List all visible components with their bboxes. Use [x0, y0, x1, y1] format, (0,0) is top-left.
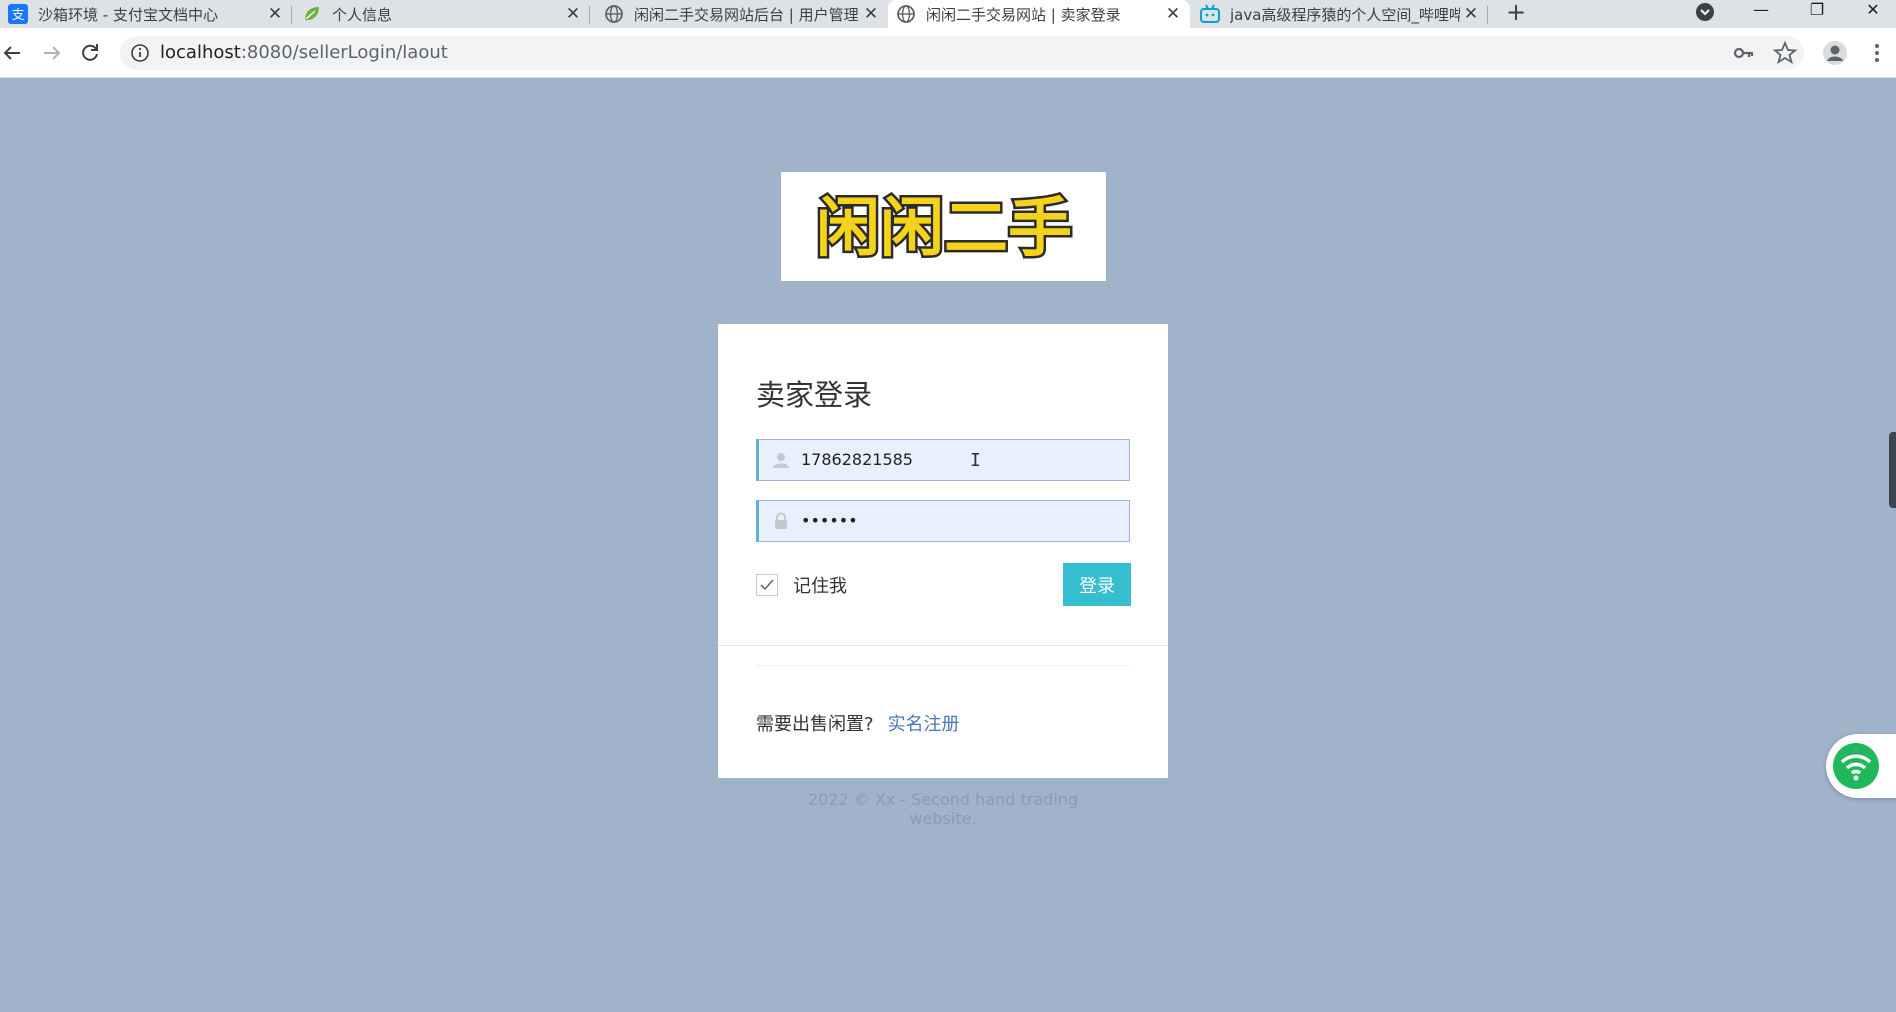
- address-bar[interactable]: localhost:8080/sellerLogin/laout: [120, 36, 1804, 70]
- bookmark-star-icon[interactable]: [1772, 40, 1798, 66]
- login-card: 卖家登录 17862821585 I •••••• 记住我 登录 需要出售闲置?…: [718, 324, 1168, 778]
- divider: [756, 665, 1130, 666]
- tab-bilibili[interactable]: java高级程序猿的个人空间_哔哩哔哩 ✕: [1192, 0, 1488, 28]
- tab-separator: [1487, 6, 1488, 24]
- divider: [718, 645, 1168, 646]
- tab-alipay[interactable]: 支 沙箱环境 - 支付宝文档中心 ✕: [0, 0, 292, 28]
- close-icon[interactable]: ✕: [1162, 4, 1184, 24]
- remember-checkbox[interactable]: [756, 574, 778, 596]
- url-host: localhost: [160, 42, 241, 63]
- tab-separator: [589, 6, 590, 24]
- url-text[interactable]: localhost:8080/sellerLogin/laout: [160, 36, 448, 70]
- password-field[interactable]: ••••••: [756, 500, 1130, 542]
- reload-icon[interactable]: [77, 40, 103, 66]
- wifi-icon: [1833, 743, 1879, 789]
- menu-kebab-icon[interactable]: [1864, 40, 1890, 66]
- key-icon[interactable]: [1731, 40, 1757, 66]
- browser-toolbar: localhost:8080/sellerLogin/laout: [0, 28, 1896, 78]
- lock-icon: [775, 512, 787, 529]
- tab-title: 沙箱环境 - 支付宝文档中心: [38, 5, 218, 24]
- tab-title: 闲闲二手交易网站 | 卖家登录: [926, 5, 1121, 24]
- url-path: :8080/sellerLogin/laout: [240, 42, 448, 63]
- close-icon[interactable]: ✕: [1460, 4, 1482, 24]
- new-tab-button[interactable]: +: [1502, 0, 1530, 28]
- back-icon[interactable]: [0, 40, 26, 66]
- password-value: ••••••: [801, 511, 858, 530]
- login-title: 卖家登录: [756, 378, 873, 412]
- username-value: 17862821585: [801, 450, 913, 469]
- user-icon: [773, 453, 789, 468]
- tab-seller-login[interactable]: 闲闲二手交易网站 | 卖家登录 ✕: [888, 0, 1190, 28]
- scroll-handle[interactable]: [1889, 432, 1896, 508]
- globe-icon: [897, 5, 915, 23]
- register-prompt-text: 需要出售闲置?: [756, 714, 874, 735]
- text-cursor-icon: I: [970, 450, 981, 471]
- profile-avatar-icon[interactable]: [1822, 40, 1848, 66]
- restore-button[interactable]: ❐: [1794, 0, 1840, 24]
- tab-title: 闲闲二手交易网站后台 | 用户管理: [634, 5, 859, 24]
- login-button[interactable]: 登录: [1063, 563, 1131, 606]
- tab-strip: 支 沙箱环境 - 支付宝文档中心 ✕ 个人信息 ✕ 闲闲二手交易网站后台 | 用…: [0, 0, 1896, 28]
- tab-title: 个人信息: [332, 5, 393, 24]
- forward-icon[interactable]: [38, 40, 64, 66]
- network-widget[interactable]: [1826, 734, 1896, 798]
- page-footer: 2022 © Xx - Second hand trading website.: [807, 790, 1079, 828]
- register-link[interactable]: 实名注册: [888, 714, 960, 735]
- info-icon[interactable]: [130, 43, 150, 63]
- tab-profile[interactable]: 个人信息 ✕: [294, 0, 590, 28]
- tab-search-icon[interactable]: [1694, 1, 1716, 23]
- close-icon[interactable]: ✕: [562, 4, 584, 24]
- close-icon[interactable]: ✕: [860, 4, 882, 24]
- tab-separator: [291, 6, 292, 24]
- tab-admin[interactable]: 闲闲二手交易网站后台 | 用户管理 ✕: [596, 0, 888, 28]
- remember-label: 记住我: [793, 576, 847, 597]
- logo-image: 闲闲二手: [814, 189, 1074, 268]
- bilibili-icon: [1200, 4, 1220, 23]
- site-logo: 闲闲二手: [781, 172, 1106, 281]
- check-icon: [760, 579, 774, 591]
- close-icon[interactable]: ✕: [264, 4, 286, 24]
- minimize-button[interactable]: —: [1738, 0, 1784, 24]
- svg-text:支: 支: [11, 8, 24, 23]
- window-close-button[interactable]: ✕: [1850, 0, 1896, 24]
- globe-icon: [605, 5, 623, 23]
- username-field[interactable]: 17862821585 I: [756, 439, 1130, 481]
- alipay-icon: 支: [8, 4, 28, 24]
- remember-me[interactable]: 记住我: [756, 572, 847, 598]
- logo-text: 闲闲二手: [816, 192, 1072, 266]
- leaf-icon: [305, 7, 319, 21]
- tab-title: java高级程序猿的个人空间_哔哩哔哩: [1230, 5, 1460, 24]
- register-prompt: 需要出售闲置? 实名注册: [756, 710, 960, 736]
